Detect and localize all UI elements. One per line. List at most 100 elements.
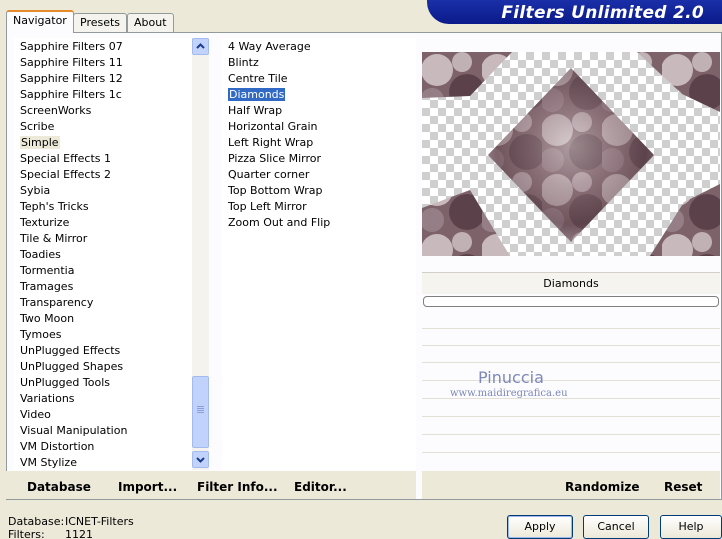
category-item[interactable]: Simple: [14, 135, 192, 151]
category-item-label: Special Effects 1: [20, 152, 112, 165]
progress-bar: [423, 296, 719, 307]
tab-about[interactable]: About: [127, 13, 174, 33]
filter-item-label: Centre Tile: [228, 72, 288, 85]
category-item-label: Variations: [20, 392, 75, 405]
category-item[interactable]: VM Distortion: [14, 439, 192, 455]
filter-item[interactable]: Pizza Slice Mirror: [222, 151, 416, 167]
category-item[interactable]: Sybia: [14, 183, 192, 199]
filter-info-button[interactable]: Filter Info...: [197, 480, 278, 494]
category-item[interactable]: VM Stylize: [14, 455, 192, 470]
category-item[interactable]: Two Moon: [14, 311, 192, 327]
title-banner: Filters Unlimited 2.0: [427, 0, 722, 24]
category-item-label: UnPlugged Effects: [20, 344, 121, 357]
category-item[interactable]: UnPlugged Effects: [14, 343, 192, 359]
apply-button[interactable]: Apply: [507, 515, 573, 539]
editor-button[interactable]: Editor...: [294, 480, 347, 494]
category-item[interactable]: Teph's Tricks: [14, 199, 192, 215]
chevron-up-icon: [196, 43, 205, 49]
category-item-label: Texturize: [20, 216, 70, 229]
category-item-label: Sybia: [20, 184, 51, 197]
filter-item-label: Diamonds: [228, 88, 286, 101]
filter-item[interactable]: Top Left Mirror: [222, 199, 416, 215]
scroll-up-button[interactable]: [192, 38, 209, 55]
database-button[interactable]: Database: [27, 480, 91, 494]
scroll-thumb[interactable]: [192, 376, 209, 448]
filter-item-label: Left Right Wrap: [228, 136, 314, 149]
category-item-label: Simple: [20, 136, 60, 149]
filter-item-label: Top Bottom Wrap: [228, 184, 323, 197]
filter-list[interactable]: 4 Way Average Blintz Centre Tile Diamonds Ha…: [222, 38, 416, 470]
category-item[interactable]: Special Effects 2: [14, 167, 192, 183]
filter-item[interactable]: Zoom Out and Flip: [222, 215, 416, 231]
category-item-label: Tormentia: [20, 264, 75, 277]
filter-item-label: Blintz: [228, 56, 259, 69]
category-item-label: Toadies: [20, 248, 61, 261]
category-item[interactable]: ScreenWorks: [14, 103, 192, 119]
category-item[interactable]: Tymoes: [14, 327, 192, 343]
filter-item[interactable]: Blintz: [222, 55, 416, 71]
category-item[interactable]: Sapphire Filters 07: [14, 39, 192, 55]
filters-label: Filters:: [8, 528, 45, 539]
filter-item[interactable]: Horizontal Grain: [222, 119, 416, 135]
category-item-label: Sapphire Filters 11: [20, 56, 123, 69]
category-item-label: Tymoes: [20, 328, 62, 341]
randomize-button[interactable]: Randomize: [565, 480, 639, 494]
cancel-button[interactable]: Cancel: [583, 515, 649, 539]
category-item-label: Two Moon: [20, 312, 75, 325]
help-button[interactable]: Help: [660, 515, 722, 539]
category-item[interactable]: Texturize: [14, 215, 192, 231]
filter-item[interactable]: Quarter corner: [222, 167, 416, 183]
filter-item[interactable]: Diamonds: [222, 87, 416, 103]
category-item[interactable]: Tramages: [14, 279, 192, 295]
category-item[interactable]: Toadies: [14, 247, 192, 263]
filters-value: 1121: [65, 528, 93, 539]
filter-item[interactable]: Left Right Wrap: [222, 135, 416, 151]
category-item[interactable]: Transparency: [14, 295, 192, 311]
category-item-label: Sapphire Filters 1c: [20, 88, 122, 101]
filter-item-label: Pizza Slice Mirror: [228, 152, 322, 165]
category-item-label: Video: [20, 408, 51, 421]
filter-item[interactable]: Half Wrap: [222, 103, 416, 119]
app-title: Filters Unlimited 2.0: [501, 3, 704, 23]
category-item[interactable]: Special Effects 1: [14, 151, 192, 167]
category-item-label: Teph's Tricks: [20, 200, 89, 213]
tab-navigator[interactable]: Navigator: [6, 10, 74, 33]
diamond-pattern-preview: [422, 52, 720, 256]
category-item-label: Sapphire Filters 07: [20, 40, 123, 53]
filter-item-label: Top Left Mirror: [228, 200, 307, 213]
category-list[interactable]: Sapphire Filters 07 Sapphire Filters 11 Sa…: [14, 38, 192, 470]
category-item[interactable]: Sapphire Filters 11: [14, 55, 192, 71]
filter-item-label: 4 Way Average: [228, 40, 311, 53]
filter-item[interactable]: 4 Way Average: [222, 39, 416, 55]
filters-status: Filters: 1121: [8, 528, 93, 539]
category-item-label: Transparency: [20, 296, 94, 309]
filter-item[interactable]: Centre Tile: [222, 71, 416, 87]
category-item-label: UnPlugged Shapes: [20, 360, 124, 373]
category-item[interactable]: Visual Manipulation: [14, 423, 192, 439]
category-item[interactable]: Sapphire Filters 12: [14, 71, 192, 87]
category-item-label: Sapphire Filters 12: [20, 72, 123, 85]
filter-item-label: Half Wrap: [228, 104, 283, 117]
reset-button[interactable]: Reset: [664, 480, 702, 494]
category-item-label: Visual Manipulation: [20, 424, 128, 437]
category-item[interactable]: Scribe: [14, 119, 192, 135]
category-item[interactable]: Video: [14, 407, 192, 423]
scroll-down-button[interactable]: [192, 451, 209, 468]
category-item[interactable]: Tormentia: [14, 263, 192, 279]
database-status: Database: ICNET-Filters: [8, 515, 134, 528]
watermark-name: Pinuccia: [478, 368, 544, 387]
tab-presets[interactable]: Presets: [73, 13, 128, 33]
category-item[interactable]: Sapphire Filters 1c: [14, 87, 192, 103]
category-item[interactable]: Tile & Mirror: [14, 231, 192, 247]
category-item[interactable]: UnPlugged Tools: [14, 375, 192, 391]
selected-filter-name: Diamonds: [422, 272, 720, 294]
category-item-label: Special Effects 2: [20, 168, 112, 181]
category-item[interactable]: UnPlugged Shapes: [14, 359, 192, 375]
category-item[interactable]: Variations: [14, 391, 192, 407]
filter-item-label: Zoom Out and Flip: [228, 216, 331, 229]
category-scrollbar[interactable]: [192, 38, 209, 470]
watermark-site: www.maidiregrafica.eu: [450, 388, 568, 399]
import-button[interactable]: Import...: [118, 480, 177, 494]
filter-item[interactable]: Top Bottom Wrap: [222, 183, 416, 199]
database-label: Database:: [8, 515, 65, 528]
